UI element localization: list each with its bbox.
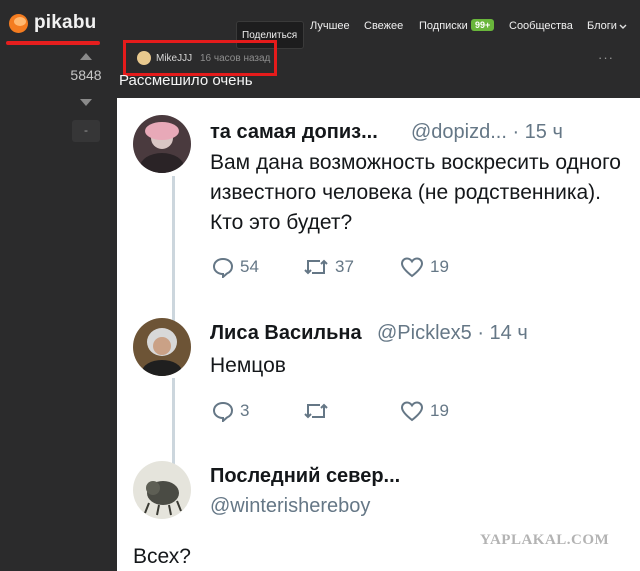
tweet-avatar (133, 115, 191, 173)
post-image: та самая допиз... @dopizd... · 15 ч Вам … (117, 98, 640, 571)
heart-icon (400, 401, 424, 422)
retweet-icon (304, 403, 328, 419)
heart-icon (400, 257, 424, 278)
pikabu-logo[interactable]: pikabu (9, 12, 96, 34)
tweet-text: Немцов (210, 354, 286, 377)
post-title[interactable]: Рассмешило очень (119, 72, 253, 89)
tweet-author-name: Последний север... (210, 465, 401, 487)
nav-communities[interactable]: Сообщества (509, 20, 573, 32)
nav-subscriptions[interactable]: Подписки (419, 20, 468, 32)
tweet-author-name: та самая допиз... (210, 121, 378, 143)
subscriptions-badge: 99+ (471, 19, 495, 31)
pikabu-logo-icon (9, 13, 28, 33)
reply-icon (212, 257, 234, 278)
more-menu-icon[interactable]: ··· (598, 50, 614, 65)
retweet-count: 37 (335, 257, 354, 276)
collapse-button[interactable]: - (72, 120, 100, 142)
reply-action: 54 (212, 256, 259, 278)
reply-count: 54 (240, 257, 259, 276)
retweet-icon (304, 259, 328, 275)
logo-red-underline-annotation (6, 41, 100, 45)
tweet-author-handle: @winterishereboy (210, 495, 371, 517)
retweet-action: 37 (303, 256, 354, 278)
upvote-arrow-icon[interactable] (80, 53, 92, 60)
tweet-author-name: Лиса Васильна (210, 322, 362, 344)
like-action: 19 (400, 400, 449, 422)
tweet-avatar (133, 318, 191, 376)
tweet-avatar (133, 461, 191, 519)
like-count: 19 (430, 401, 449, 420)
like-count: 19 (430, 257, 449, 276)
tweet-author-handle: @dopizd... · 15 ч (411, 121, 563, 143)
logo-text: pikabu (34, 12, 97, 33)
nav-best[interactable]: Лучшее (310, 20, 350, 32)
reply-count: 3 (240, 401, 250, 420)
watermark: YAPLAKAL.COM (480, 532, 610, 548)
tweet-text: Вам дана возможность воскресить одного и… (210, 151, 621, 234)
thread-line (172, 176, 175, 322)
author-name[interactable]: MikeJJJ (156, 53, 192, 64)
rating-count: 5848 (70, 67, 102, 83)
author-avatar[interactable] (137, 51, 151, 65)
like-action: 19 (400, 256, 449, 278)
downvote-arrow-icon[interactable] (80, 99, 92, 106)
tweet-author-handle: @Picklex5 · 14 ч (377, 322, 528, 344)
chevron-down-icon[interactable] (619, 24, 627, 30)
retweet-action (303, 400, 329, 422)
reply-icon (212, 401, 234, 422)
nav-fresh[interactable]: Свежее (364, 20, 403, 32)
reply-action: 3 (212, 400, 249, 422)
nav-blogs[interactable]: Блоги (587, 20, 617, 32)
post-time: 16 часов назад (200, 53, 271, 64)
thread-line (172, 378, 175, 464)
tweet-text: Всех? (133, 545, 191, 568)
